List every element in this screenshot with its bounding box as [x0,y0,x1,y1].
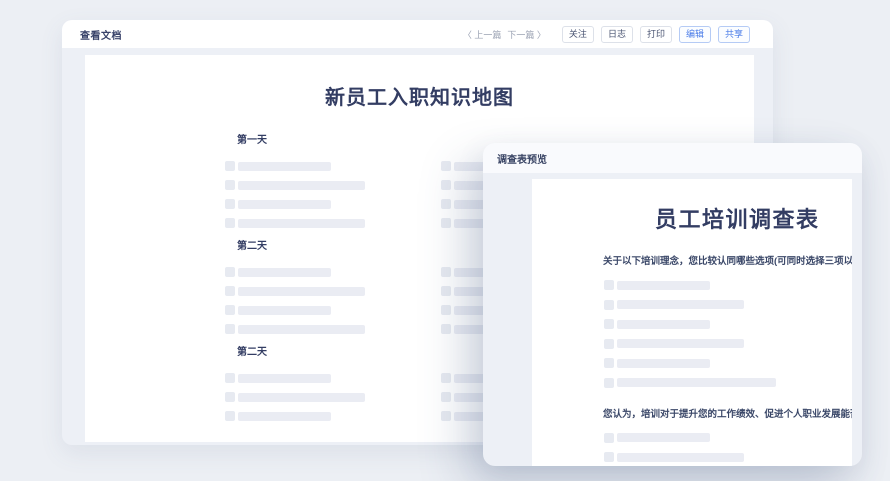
log-button[interactable]: 日志 [601,26,633,43]
text-placeholder-bar [238,219,365,228]
bullet-square [225,324,235,334]
bullet-square [225,305,235,315]
skeleton-row [604,339,852,349]
skeleton-row [225,392,441,402]
bullet-square [441,267,451,277]
skeleton-row [225,218,441,228]
survey-options [532,433,852,467]
bullet-square [604,319,614,329]
share-button[interactable]: 共享 [718,26,750,43]
text-placeholder-bar [238,287,365,296]
survey-header: 调查表预览 [483,143,862,173]
skeleton-row [604,452,852,462]
page: 查看文档 〈 上一篇 下一篇 〉 关注 日志 打印 编辑 共享 新员工入职知识地… [0,0,890,481]
bullet-square [225,161,235,171]
skeleton-row [225,199,441,209]
survey-preview-window: 调查表预览 员工培训调查表 关于以下培训理念，您比较认同哪些选项(可同时选择三项… [483,143,862,466]
text-placeholder-bar [238,268,331,277]
bullet-square [225,286,235,296]
bullet-square [441,324,451,334]
text-placeholder-bar [617,281,710,290]
bullet-square [441,199,451,209]
text-placeholder-bar [238,181,365,190]
skeleton-row [225,305,441,315]
bullet-square [441,305,451,315]
bullet-square [441,373,451,383]
bullet-square [604,378,614,388]
bullet-square [225,218,235,228]
skeleton-row [604,300,852,310]
edit-button[interactable]: 编辑 [679,26,711,43]
text-placeholder-bar [238,306,331,315]
survey-question-text: 关于以下培训理念，您比较认同哪些选项(可同时选择三项以内)： [603,255,852,268]
bullet-square [604,339,614,349]
survey-questions: 关于以下培训理念，您比较认同哪些选项(可同时选择三项以内)： 您认为，培训对于提升… [532,255,852,466]
skeleton-row [225,324,441,334]
bullet-square [441,392,451,402]
text-placeholder-bar [617,453,744,462]
survey-paper: 员工培训调查表 关于以下培训理念，您比较认同哪些选项(可同时选择三项以内)： 您认… [532,179,852,466]
text-placeholder-bar [238,162,331,171]
next-article-link[interactable]: 下一篇 〉 [507,28,546,41]
bullet-square [225,199,235,209]
text-placeholder-bar [617,320,710,329]
skeleton-row [225,161,441,171]
text-placeholder-bar [617,339,744,348]
survey-question-text: 您认为，培训对于提升您的工作绩效、促进个人职业发展能否起到实际帮 [603,408,852,421]
survey-window-title: 调查表预览 [497,151,547,166]
text-placeholder-bar [617,300,744,309]
skeleton-row [604,378,852,388]
follow-button[interactable]: 关注 [562,26,594,43]
viewer-header: 查看文档 〈 上一篇 下一篇 〉 关注 日志 打印 编辑 共享 [62,20,773,48]
bullet-square [441,411,451,421]
skeleton-row [225,411,441,421]
bullet-square [441,180,451,190]
bullet-square [604,300,614,310]
skeleton-row [225,180,441,190]
text-placeholder-bar [238,200,331,209]
survey-body: 员工培训调查表 关于以下培训理念，您比较认同哪些选项(可同时选择三项以内)： 您认… [483,173,862,466]
prev-article-link[interactable]: 〈 上一篇 [463,28,502,41]
text-placeholder-bar [238,412,331,421]
skeleton-row [225,267,441,277]
skeleton-row [604,280,852,290]
bullet-square [604,452,614,462]
text-placeholder-bar [617,433,710,442]
skeleton-row [604,433,852,443]
bullet-square [604,433,614,443]
bullet-square [225,392,235,402]
bullet-square [225,411,235,421]
skeleton-row [225,286,441,296]
text-placeholder-bar [617,359,710,368]
print-button[interactable]: 打印 [640,26,672,43]
skeleton-row [604,358,852,368]
bullet-square [441,161,451,171]
viewer-toolbar: 〈 上一篇 下一篇 〉 关注 日志 打印 编辑 共享 [463,26,750,43]
bullet-square [604,280,614,290]
viewer-title: 查看文档 [80,27,122,42]
skeleton-row [225,373,441,383]
bullet-square [225,180,235,190]
text-placeholder-bar [238,325,365,334]
text-placeholder-bar [238,374,331,383]
bullet-square [441,218,451,228]
document-title: 新员工入职知识地图 [85,85,754,111]
survey-options [532,280,852,388]
bullet-square [441,286,451,296]
skeleton-row [604,319,852,329]
text-placeholder-bar [238,393,365,402]
bullet-square [225,267,235,277]
survey-title: 员工培训调查表 [655,205,852,235]
bullet-square [604,358,614,368]
text-placeholder-bar [617,378,776,387]
bullet-square [225,373,235,383]
